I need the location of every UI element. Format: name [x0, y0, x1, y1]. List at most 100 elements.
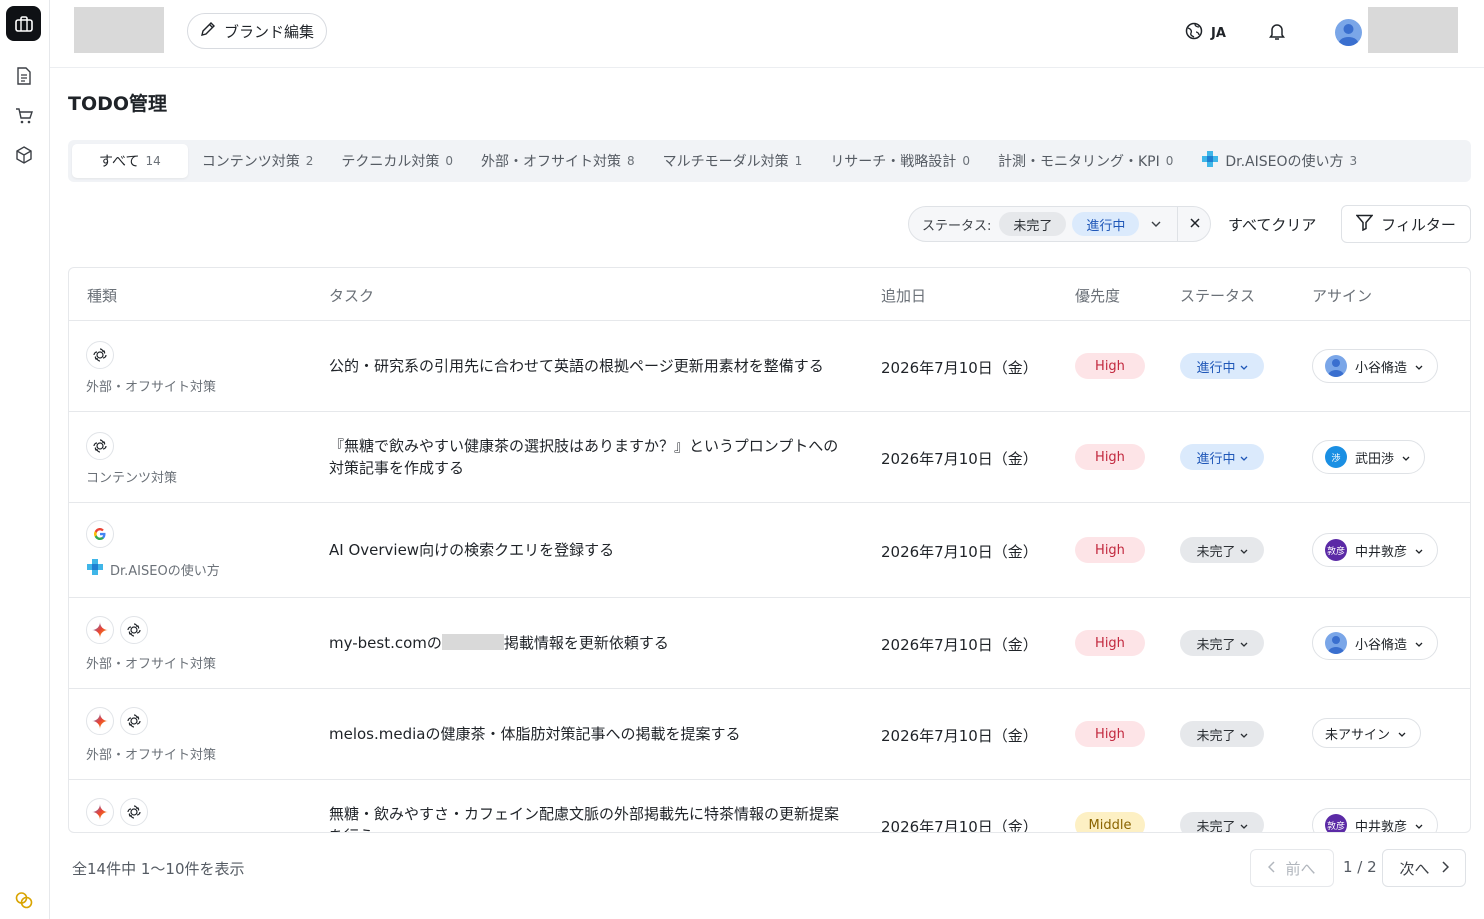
brand-logo-placeholder — [74, 7, 164, 53]
document-icon[interactable] — [14, 66, 34, 86]
type-label: 外部・オフサイト対策 — [86, 657, 217, 672]
tab-research[interactable]: リサーチ・戦略設計 0 — [816, 144, 984, 178]
tab-label: すべて — [99, 154, 140, 170]
date-added: 2026年7月10日（金） — [881, 727, 1038, 745]
tab-multimodal[interactable]: マルチモーダル対策 1 — [649, 144, 817, 178]
brand-edit-button[interactable]: ブランド編集 — [187, 13, 328, 49]
page-indicator: 1 / 2 — [1343, 858, 1377, 876]
task-text-suffix: 掲載情報を更新依頼する — [503, 634, 669, 652]
tab-count: 3 — [1349, 154, 1358, 168]
task-text[interactable]: AI Overview向けの検索クエリを登録する — [329, 539, 849, 561]
header-assign[interactable]: アサイン — [1312, 285, 1372, 306]
cart-icon[interactable] — [14, 106, 34, 126]
date-added: 2026年7月10日（金） — [881, 636, 1038, 654]
gemini-icon — [86, 798, 114, 826]
bell-icon[interactable] — [1268, 22, 1286, 45]
chevron-down-icon[interactable] — [1147, 215, 1165, 233]
status-dropdown[interactable]: 進行中 — [1180, 444, 1264, 470]
assignee-dropdown[interactable]: 敦彦 中井敦彦 — [1312, 808, 1439, 832]
briefcase-icon[interactable] — [6, 6, 41, 41]
divider — [1177, 207, 1178, 241]
status-dropdown[interactable]: 未完了 — [1180, 721, 1264, 747]
chevron-down-icon — [1415, 359, 1423, 374]
chevron-down-icon — [1240, 727, 1248, 742]
prev-page-button[interactable]: 前へ — [1250, 849, 1334, 887]
header-type[interactable]: 種類 — [87, 285, 117, 306]
redacted-text — [441, 634, 504, 650]
priority-badge: High — [1075, 353, 1145, 379]
status-dropdown[interactable]: 進行中 — [1180, 353, 1264, 379]
header-priority[interactable]: 優先度 — [1075, 285, 1120, 306]
table-header: 種類 タスク 追加日 優先度 ステータス アサイン — [69, 268, 1470, 321]
dr-aiseo-icon — [1201, 150, 1219, 172]
header-task[interactable]: タスク — [329, 285, 374, 306]
tab-count: 8 — [627, 154, 635, 168]
table-row[interactable]: 外部・オフサイト対策 my-best.comの 掲載情報を更新依頼する 2026年… — [69, 598, 1470, 689]
coins-icon[interactable] — [14, 890, 34, 910]
assignee-dropdown[interactable]: 敦彦 中井敦彦 — [1312, 533, 1439, 567]
gemini-icon — [86, 707, 114, 735]
user-avatar[interactable] — [1335, 19, 1362, 46]
priority-badge: High — [1075, 537, 1145, 563]
chevron-down-icon — [1240, 450, 1248, 465]
assignee-dropdown[interactable]: 未アサイン — [1312, 718, 1422, 748]
header-status[interactable]: ステータス — [1180, 285, 1255, 306]
priority-badge: High — [1075, 721, 1145, 747]
chevron-down-icon — [1398, 726, 1406, 741]
tab-all[interactable]: すべて 14 — [72, 144, 188, 178]
avatar — [1325, 632, 1347, 654]
task-text[interactable]: 無糖・飲みやすさ・カフェイン配慮文脈の外部掲載先に特茶情報の更新提案を行う — [329, 803, 849, 832]
header-date[interactable]: 追加日 — [881, 285, 926, 306]
assignee-dropdown[interactable]: 渉 武田渉 — [1312, 440, 1426, 474]
date-added: 2026年7月10日（金） — [881, 543, 1038, 561]
language-switcher[interactable]: JA — [1185, 22, 1226, 44]
type-label: コンテンツ対策 — [86, 471, 178, 486]
chevron-down-icon — [1240, 543, 1248, 558]
table-row[interactable]: コンテンツ対策 『無糖で飲みやすい健康茶の選択肢はありますか？』というプロンプト… — [69, 412, 1470, 503]
status-dropdown[interactable]: 未完了 — [1180, 537, 1264, 563]
table-row[interactable]: 無糖・飲みやすさ・カフェイン配慮文脈の外部掲載先に特茶情報の更新提案を行う 20… — [69, 780, 1470, 832]
assignee-dropdown[interactable]: 小谷脩造 — [1312, 626, 1439, 660]
close-icon[interactable] — [1187, 215, 1203, 231]
clear-all-button[interactable]: すべてクリア — [1228, 214, 1316, 235]
task-text[interactable]: melos.mediaの健康茶・体脂肪対策記事への掲載を提案する — [329, 723, 849, 745]
table-row[interactable]: Dr.AISEOの使い方 AI Overview向けの検索クエリを登録する 20… — [69, 503, 1470, 598]
next-page-button[interactable]: 次へ — [1382, 849, 1466, 887]
package-icon[interactable] — [14, 145, 34, 165]
assignee-name: 武田渉 — [1355, 451, 1395, 467]
top-header: ブランド編集 JA — [50, 0, 1484, 68]
task-text[interactable]: my-best.comの 掲載情報を更新依頼する — [329, 632, 849, 654]
tab-count: 0 — [445, 154, 454, 168]
status-dropdown[interactable]: 未完了 — [1180, 630, 1264, 656]
left-rail — [0, 0, 50, 919]
tab-label: 計測・モニタリング・KPI — [997, 154, 1160, 170]
filter-chip-in-progress[interactable]: 進行中 — [1072, 212, 1140, 236]
google-icon — [86, 520, 114, 548]
status-dropdown[interactable]: 未完了 — [1180, 812, 1264, 832]
assignee-dropdown[interactable]: 小谷脩造 — [1312, 349, 1439, 383]
brand-edit-label: ブランド編集 — [224, 22, 315, 41]
task-text[interactable]: 公的・研究系の引用先に合わせて英語の根拠ページ更新用素材を整備する — [329, 355, 849, 377]
chevron-down-icon — [1415, 543, 1423, 558]
tab-monitoring[interactable]: 計測・モニタリング・KPI 0 — [984, 144, 1187, 178]
category-tabs: すべて 14 コンテンツ対策 2 テクニカル対策 0 外部・オフサイト対策 8 … — [68, 140, 1471, 182]
openai-icon — [120, 616, 148, 644]
status-filter-label: ステータス: — [922, 218, 992, 234]
status-filter-group[interactable]: ステータス: 未完了 進行中 — [908, 206, 1211, 242]
tab-label: コンテンツ対策 — [201, 154, 300, 170]
task-text[interactable]: 『無糖で飲みやすい健康茶の選択肢はありますか？』というプロンプトへの対策記事を作… — [329, 435, 849, 479]
filter-chip-todo[interactable]: 未完了 — [999, 212, 1067, 236]
tab-content[interactable]: コンテンツ対策 2 — [188, 144, 328, 178]
tab-offsite[interactable]: 外部・オフサイト対策 8 — [467, 144, 649, 178]
tab-technical[interactable]: テクニカル対策 0 — [327, 144, 467, 178]
table-row[interactable]: 外部・オフサイト対策 公的・研究系の引用先に合わせて英語の根拠ページ更新用素材を… — [69, 321, 1470, 412]
type-label: 外部・オフサイト対策 — [86, 748, 217, 763]
prev-label: 前へ — [1285, 859, 1316, 878]
table-row[interactable]: 外部・オフサイト対策 melos.mediaの健康茶・体脂肪対策記事への掲載を提… — [69, 689, 1470, 780]
type-label: Dr.AISEOの使い方 — [86, 558, 220, 580]
tab-count: 2 — [305, 154, 314, 168]
filter-button[interactable]: フィルター — [1341, 205, 1471, 243]
language-code: JA — [1211, 25, 1226, 41]
assignee-name: 小谷脩造 — [1355, 360, 1408, 376]
tab-dr-aiseo[interactable]: Dr.AISEOの使い方 3 — [1187, 144, 1371, 178]
